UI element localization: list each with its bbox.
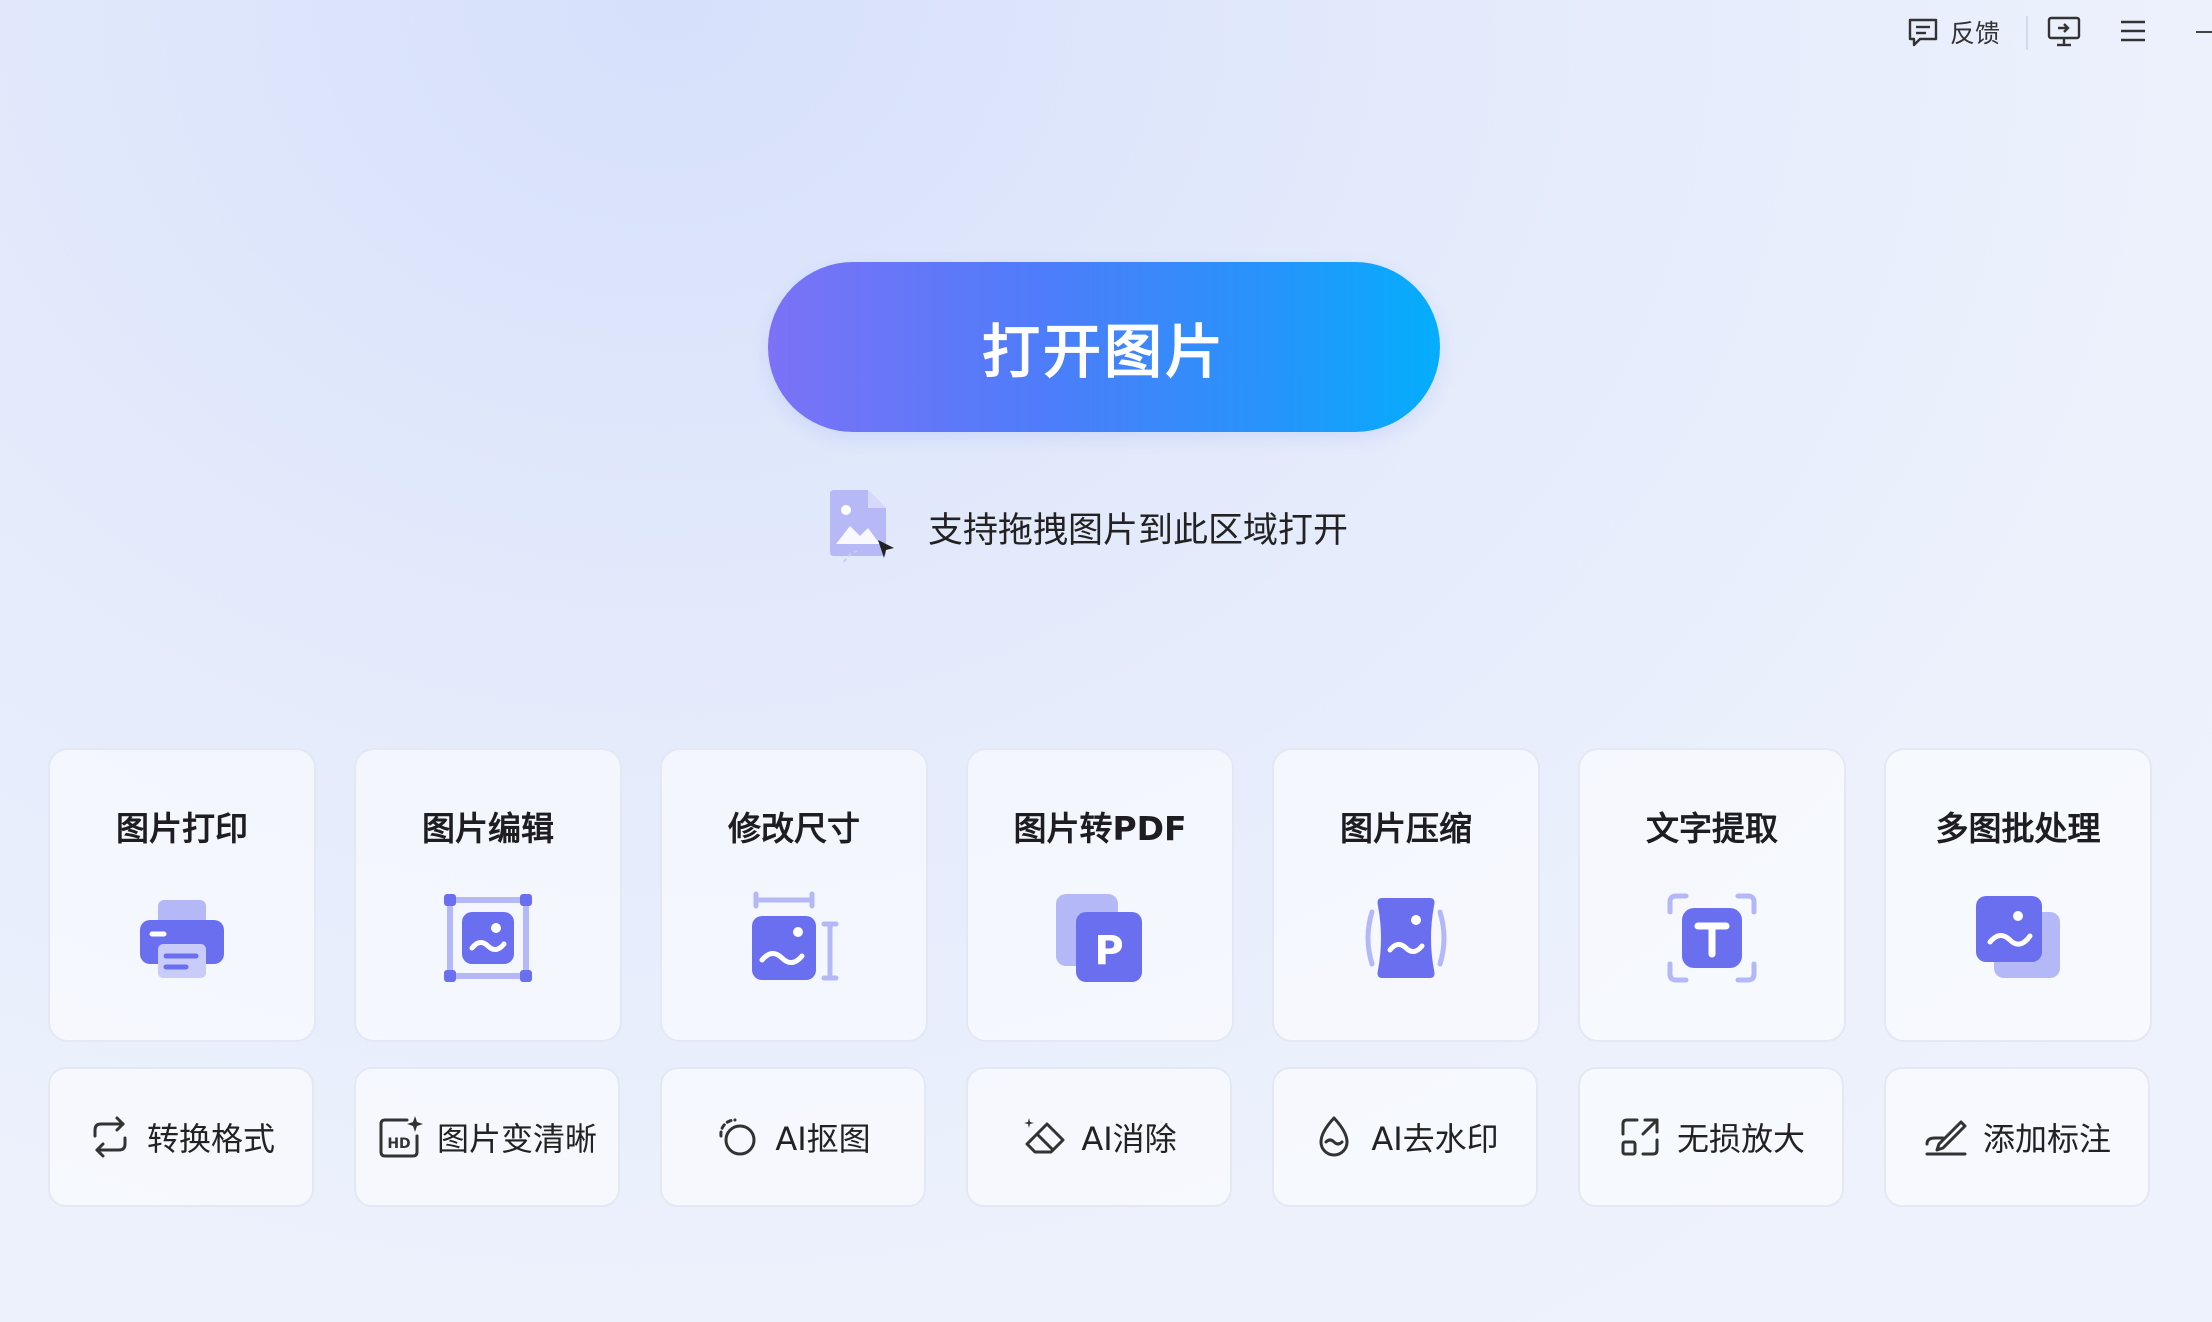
text-extract-icon [1667, 893, 1757, 983]
card-image-compress[interactable]: 图片压缩 [1272, 748, 1540, 1042]
drag-hint-text: 支持拖拽图片到此区域打开 [928, 510, 1349, 551]
drag-image-icon [830, 490, 894, 563]
printer-icon [140, 900, 224, 978]
drag-drop-hint: 支持拖拽图片到此区域打开 [826, 488, 1348, 566]
tool-lossless-upscale[interactable]: 无损放大 [1578, 1067, 1844, 1207]
cutout-icon [719, 1118, 756, 1156]
card-title: 文字提取 [1646, 809, 1778, 848]
feedback-label: 反馈 [1950, 19, 2001, 48]
convert-icon [93, 1116, 127, 1158]
tool-ai-remove-watermark[interactable]: AI去水印 [1272, 1067, 1538, 1207]
tool-label: 图片变清晰 [436, 1120, 597, 1158]
card-title: 图片压缩 [1340, 809, 1472, 848]
upscale-icon [1621, 1118, 1659, 1156]
screen-share-icon [2047, 16, 2081, 47]
tool-image-sharpen[interactable]: HD 图片变清晰 [354, 1067, 620, 1207]
tool-ai-cutout[interactable]: AI抠图 [660, 1067, 926, 1207]
tool-ai-erase[interactable]: AI消除 [966, 1067, 1232, 1207]
tool-label: 转换格式 [146, 1120, 275, 1158]
card-title: 图片打印 [116, 809, 248, 848]
card-title: 多图批处理 [1935, 809, 2101, 848]
card-batch-process[interactable]: 多图批处理 [1884, 748, 2152, 1042]
hd-icon: HD [379, 1116, 423, 1158]
card-text-extract[interactable]: 文字提取 [1578, 748, 1846, 1042]
eraser-icon [1024, 1118, 1065, 1154]
screen-share-button[interactable] [2046, 14, 2082, 50]
tool-add-annotation[interactable]: 添加标注 [1884, 1067, 2150, 1207]
open-image-label: 打开图片 [981, 318, 1226, 386]
toolbar-divider [2026, 16, 2028, 50]
minimize-button[interactable] [2196, 31, 2212, 33]
svg-text:P: P [1094, 928, 1123, 974]
resize-icon [752, 891, 839, 981]
tool-convert-format[interactable]: 转换格式 [48, 1067, 314, 1207]
annotate-icon [1925, 1120, 1967, 1156]
batch-icon [1976, 896, 2060, 978]
card-title: 图片编辑 [422, 809, 554, 848]
menu-button[interactable] [2118, 16, 2148, 46]
watermark-icon [1319, 1116, 1349, 1157]
tool-label: 添加标注 [1982, 1120, 2111, 1158]
card-image-edit[interactable]: 图片编辑 [354, 748, 622, 1042]
tool-label: AI去水印 [1371, 1120, 1499, 1158]
feedback-icon [1908, 18, 1938, 47]
card-image-to-pdf[interactable]: 图片转PDF P [966, 748, 1234, 1042]
compress-icon [1365, 898, 1447, 978]
tool-label: AI抠图 [775, 1120, 871, 1158]
svg-text:HD: HD [387, 1136, 410, 1152]
pdf-icon: P [1056, 894, 1142, 982]
card-image-print[interactable]: 图片打印 [48, 748, 316, 1042]
card-title: 图片转PDF [1013, 809, 1187, 848]
image-edit-icon [444, 894, 532, 982]
tool-label: AI消除 [1081, 1120, 1177, 1158]
hamburger-menu-icon [2121, 20, 2145, 42]
tool-label: 无损放大 [1676, 1120, 1805, 1158]
card-resize[interactable]: 修改尺寸 [660, 748, 928, 1042]
open-image-button[interactable]: 打开图片 [768, 262, 1440, 432]
feedback-button[interactable]: 反馈 [1906, 14, 2000, 50]
card-title: 修改尺寸 [728, 809, 860, 848]
